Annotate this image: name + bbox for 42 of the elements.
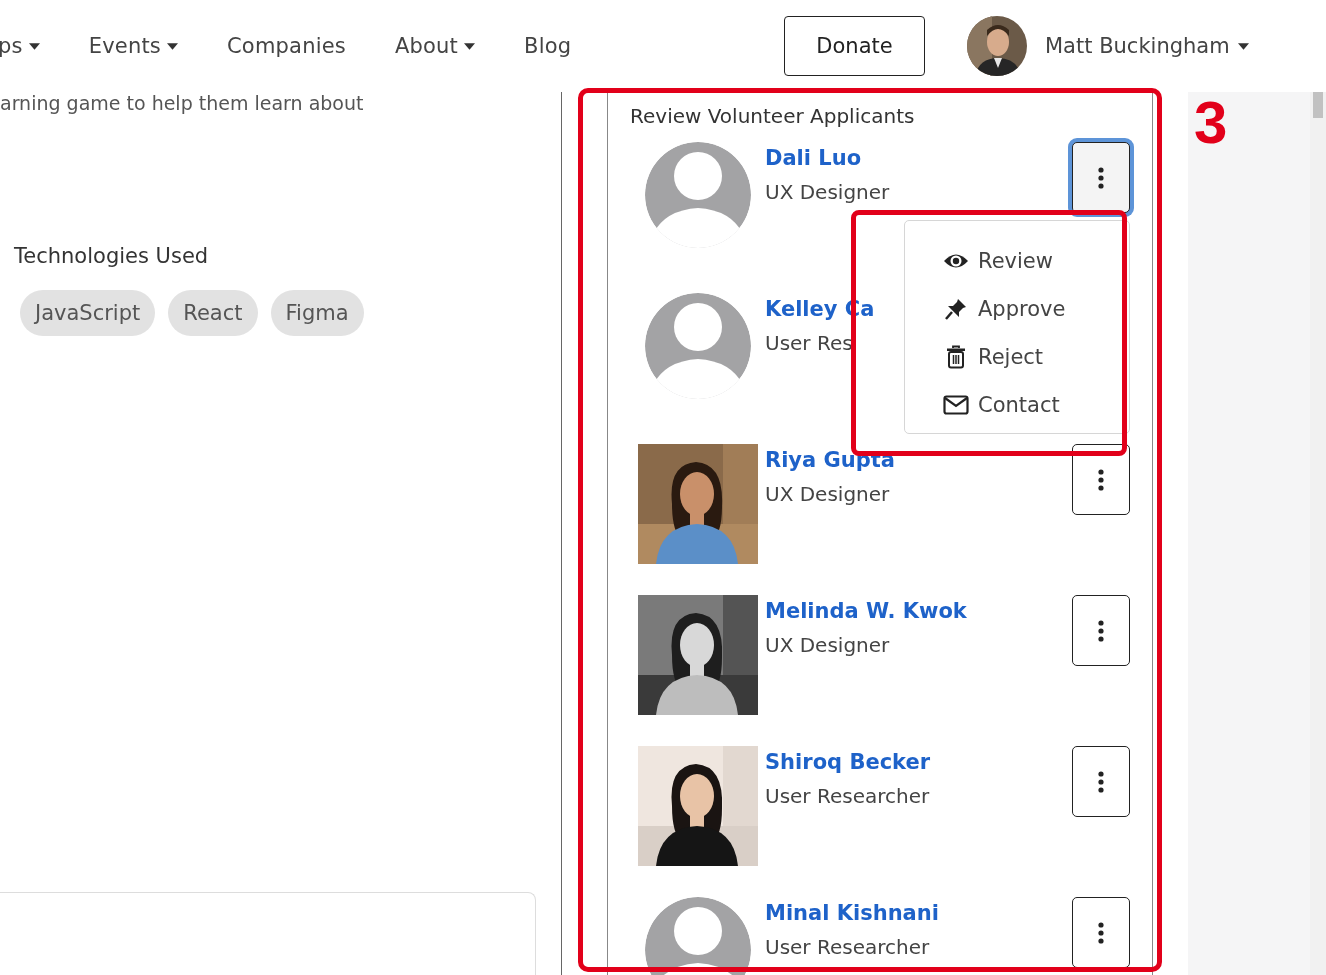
user-menu[interactable]: Matt Buckingham	[1045, 34, 1249, 58]
menu-item[interactable]: Approve	[905, 285, 1129, 333]
applicant-role: User Researcher	[765, 784, 931, 808]
section-heading: Technologies Used	[14, 244, 210, 268]
nav-link[interactable]: Companies	[227, 34, 346, 58]
applicant-role: UX Designer	[765, 482, 891, 506]
applicant-name-link[interactable]: Minal Kishnani	[765, 901, 1072, 925]
applicant-role: User Researcher	[765, 935, 931, 959]
applicant-role: UX Designer	[765, 633, 891, 657]
description-text: arning game to help them learn about	[0, 92, 365, 114]
technology-tag: JavaScript	[20, 290, 156, 336]
nav-link[interactable]: About	[394, 34, 476, 58]
envelope-icon	[943, 395, 969, 415]
nav-link[interactable]: Blog	[524, 34, 572, 58]
more-options-button[interactable]	[1072, 444, 1130, 515]
applicant-name-link[interactable]: Shiroq Becker	[765, 750, 1072, 774]
nav-link[interactable]: ps	[0, 34, 40, 58]
scrollbar[interactable]	[1310, 92, 1326, 975]
donate-button[interactable]: Donate	[784, 16, 925, 76]
eye-icon	[943, 252, 969, 270]
applicant-name-link[interactable]: Melinda W. Kwok	[765, 599, 1072, 623]
more-options-button[interactable]	[1072, 595, 1130, 666]
technology-tag: Figma	[270, 290, 364, 336]
pin-icon	[943, 297, 969, 321]
more-icon	[1098, 770, 1104, 793]
more-icon	[1098, 619, 1104, 642]
applicant-role: User Res	[765, 331, 854, 355]
more-options-button[interactable]	[1072, 746, 1130, 817]
applicant-name-link[interactable]: Dali Luo	[765, 146, 1072, 170]
panel-title: Review Volunteer Applicants	[630, 104, 916, 128]
technology-tag: React	[168, 290, 258, 336]
menu-item[interactable]: Contact	[905, 381, 1129, 429]
nav-link[interactable]: Events	[88, 34, 178, 58]
menu-item[interactable]: Review	[905, 237, 1129, 285]
menu-item[interactable]: Reject	[905, 333, 1129, 381]
more-icon	[1098, 166, 1104, 189]
caret-icon	[1237, 42, 1249, 50]
annotation-number: 3	[1194, 88, 1228, 157]
more-icon	[1098, 921, 1104, 944]
applicant-role: UX Designer	[765, 180, 891, 204]
more-options-button[interactable]	[1072, 897, 1130, 968]
more-icon	[1098, 468, 1104, 491]
